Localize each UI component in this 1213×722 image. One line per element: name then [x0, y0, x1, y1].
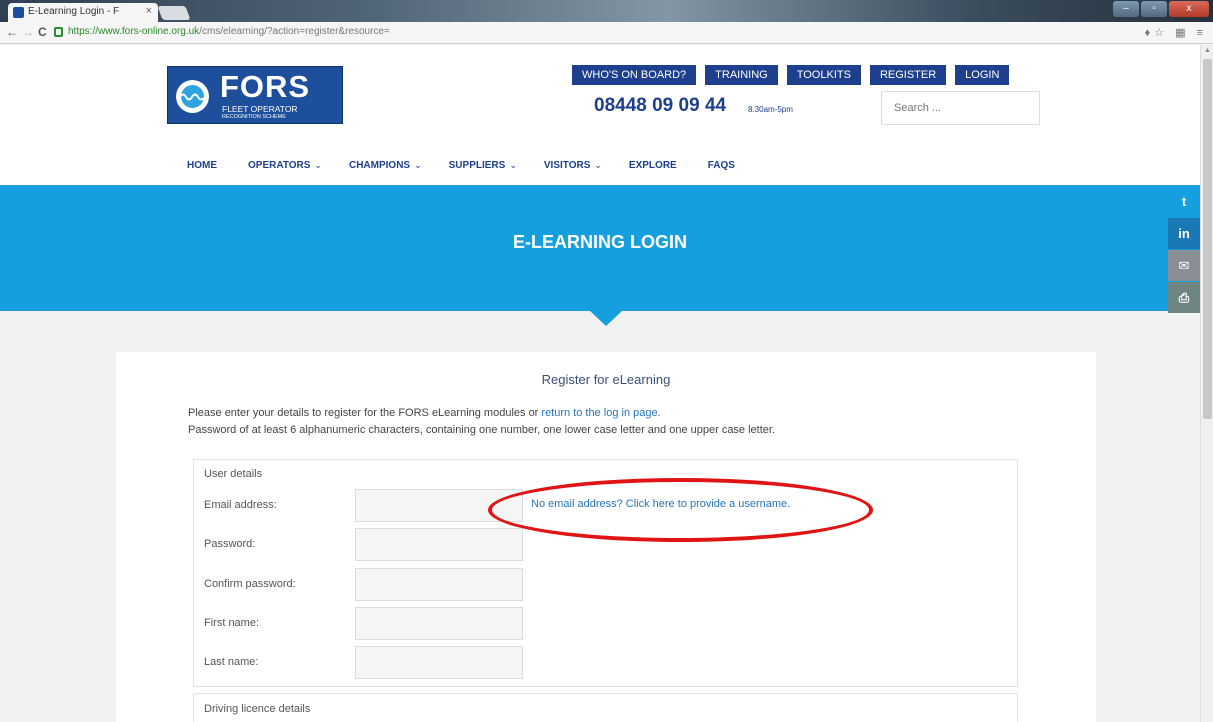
- main-nav-home[interactable]: HOME: [187, 160, 221, 171]
- confirm-password-label: Confirm password:: [204, 578, 296, 590]
- nav-login[interactable]: LOGIN: [955, 65, 1010, 85]
- first-name-label: First name:: [204, 617, 260, 629]
- no-email-username-link[interactable]: No email address? Click here to provide …: [531, 498, 790, 510]
- minimize-button[interactable]: –: [1113, 1, 1139, 17]
- first-name-field[interactable]: [355, 607, 523, 640]
- new-tab-button[interactable]: [157, 6, 191, 20]
- close-window-button[interactable]: x: [1169, 1, 1209, 17]
- url-path: /cms/elearning/?action=register&resource…: [199, 26, 390, 37]
- maximize-button[interactable]: ▫: [1141, 1, 1167, 17]
- register-heading: Register for eLearning: [541, 372, 671, 387]
- logo-wave-icon: [180, 93, 205, 101]
- main-nav: HOME OPERATORS ⌄ CHAMPIONS ⌄ SUPPLIERS ⌄ VI…: [187, 160, 766, 171]
- nav-whos-on-board[interactable]: WHO'S ON BOARD?: [572, 65, 697, 85]
- password-label: Password:: [204, 538, 256, 550]
- email-label: Email address:: [204, 499, 277, 511]
- chevron-down-icon: ⌄: [509, 160, 517, 170]
- address-bar[interactable]: https://www.fors-online.org.uk/cms/elear…: [52, 25, 1092, 41]
- email-icon[interactable]: ✉: [1168, 250, 1200, 281]
- main-nav-operators[interactable]: OPERATORS ⌄: [248, 160, 322, 171]
- top-nav: WHO'S ON BOARD? TRAINING TOOLKITS REGIST…: [572, 65, 1010, 85]
- forward-button[interactable]: →: [22, 25, 34, 39]
- main-nav-explore[interactable]: EXPLORE: [629, 160, 681, 171]
- lock-icon: [54, 27, 63, 37]
- scrollbar-thumb[interactable]: [1203, 59, 1212, 419]
- social-share-bar: t in ✉ ⎙: [1168, 186, 1200, 314]
- email-field[interactable]: [355, 489, 523, 522]
- url-secure: https://www.fors-online.org.uk: [68, 26, 200, 37]
- user-details-legend: User details: [204, 468, 263, 480]
- site-header: FORS FLEET OPERATOR RECOGNITION SCHEME W…: [0, 45, 1200, 185]
- web-page: FORS FLEET OPERATOR RECOGNITION SCHEME W…: [0, 45, 1200, 722]
- hero-banner: E-LEARNING LOGIN: [0, 185, 1200, 311]
- back-button[interactable]: ←: [6, 25, 18, 39]
- confirm-password-field[interactable]: [355, 568, 523, 601]
- browser-tab[interactable]: E-Learning Login - F ×: [8, 3, 158, 22]
- main-nav-suppliers[interactable]: SUPPLIERS ⌄: [449, 160, 517, 171]
- chevron-down-icon: ⌄: [594, 160, 602, 170]
- tab-title: E-Learning Login - F: [28, 6, 120, 17]
- page-scrollbar[interactable]: ▲: [1200, 45, 1213, 722]
- scroll-up-icon[interactable]: ▲: [1204, 47, 1211, 54]
- password-rules-text: Password of at least 6 alphanumeric char…: [188, 424, 776, 436]
- password-field[interactable]: [355, 528, 523, 561]
- tab-close-icon[interactable]: ×: [146, 5, 152, 17]
- chevron-down-icon: ⌄: [314, 160, 322, 170]
- logo-subtitle-2: RECOGNITION SCHEME: [222, 114, 286, 120]
- nav-toolkits[interactable]: TOOLKITS: [786, 65, 861, 85]
- browser-toolbar: ← → C https://www.fors-online.org.uk/cms…: [0, 22, 1213, 44]
- main-nav-champions[interactable]: CHAMPIONS ⌄: [349, 160, 422, 171]
- print-icon[interactable]: ⎙: [1168, 282, 1200, 313]
- hero-pointer: [590, 311, 622, 326]
- favicon-icon: [13, 7, 24, 18]
- logo-brand: FORS: [220, 69, 311, 104]
- window-controls: – ▫ x: [1113, 1, 1209, 19]
- main-nav-visitors[interactable]: VISITORS ⌄: [544, 160, 602, 171]
- main-nav-faqs[interactable]: FAQS: [708, 160, 739, 171]
- driving-licence-fieldset: Driving licence details: [193, 693, 1018, 722]
- last-name-field[interactable]: [355, 646, 523, 679]
- nav-register[interactable]: REGISTER: [869, 65, 947, 85]
- user-details-fieldset: User details Email address: No email add…: [193, 459, 1018, 687]
- driving-licence-legend: Driving licence details: [204, 703, 311, 715]
- logo-subtitle-1: FLEET OPERATOR: [222, 104, 298, 114]
- twitter-icon[interactable]: t: [1168, 186, 1200, 217]
- toolbar-icons[interactable]: ♦☆ ▦ ≡: [1145, 26, 1207, 39]
- opening-hours: 8.30am-5pm: [748, 105, 793, 114]
- chevron-down-icon: ⌄: [414, 160, 422, 170]
- linkedin-icon[interactable]: in: [1168, 218, 1200, 249]
- reload-button[interactable]: C: [38, 25, 47, 39]
- return-to-login-link[interactable]: return to the log in page.: [541, 407, 660, 419]
- search-input[interactable]: [881, 91, 1040, 125]
- last-name-label: Last name:: [204, 656, 259, 668]
- browser-tab-strip: E-Learning Login - F × – ▫ x: [0, 0, 1213, 22]
- intro-text-1: Please enter your details to register fo…: [188, 407, 661, 419]
- phone-number: 08448 09 09 44: [594, 95, 727, 116]
- page-title: E-LEARNING LOGIN: [513, 232, 687, 252]
- register-card: Register for eLearning Please enter your…: [116, 352, 1096, 722]
- nav-training[interactable]: TRAINING: [705, 65, 778, 85]
- fors-logo[interactable]: FORS FLEET OPERATOR RECOGNITION SCHEME: [167, 66, 343, 124]
